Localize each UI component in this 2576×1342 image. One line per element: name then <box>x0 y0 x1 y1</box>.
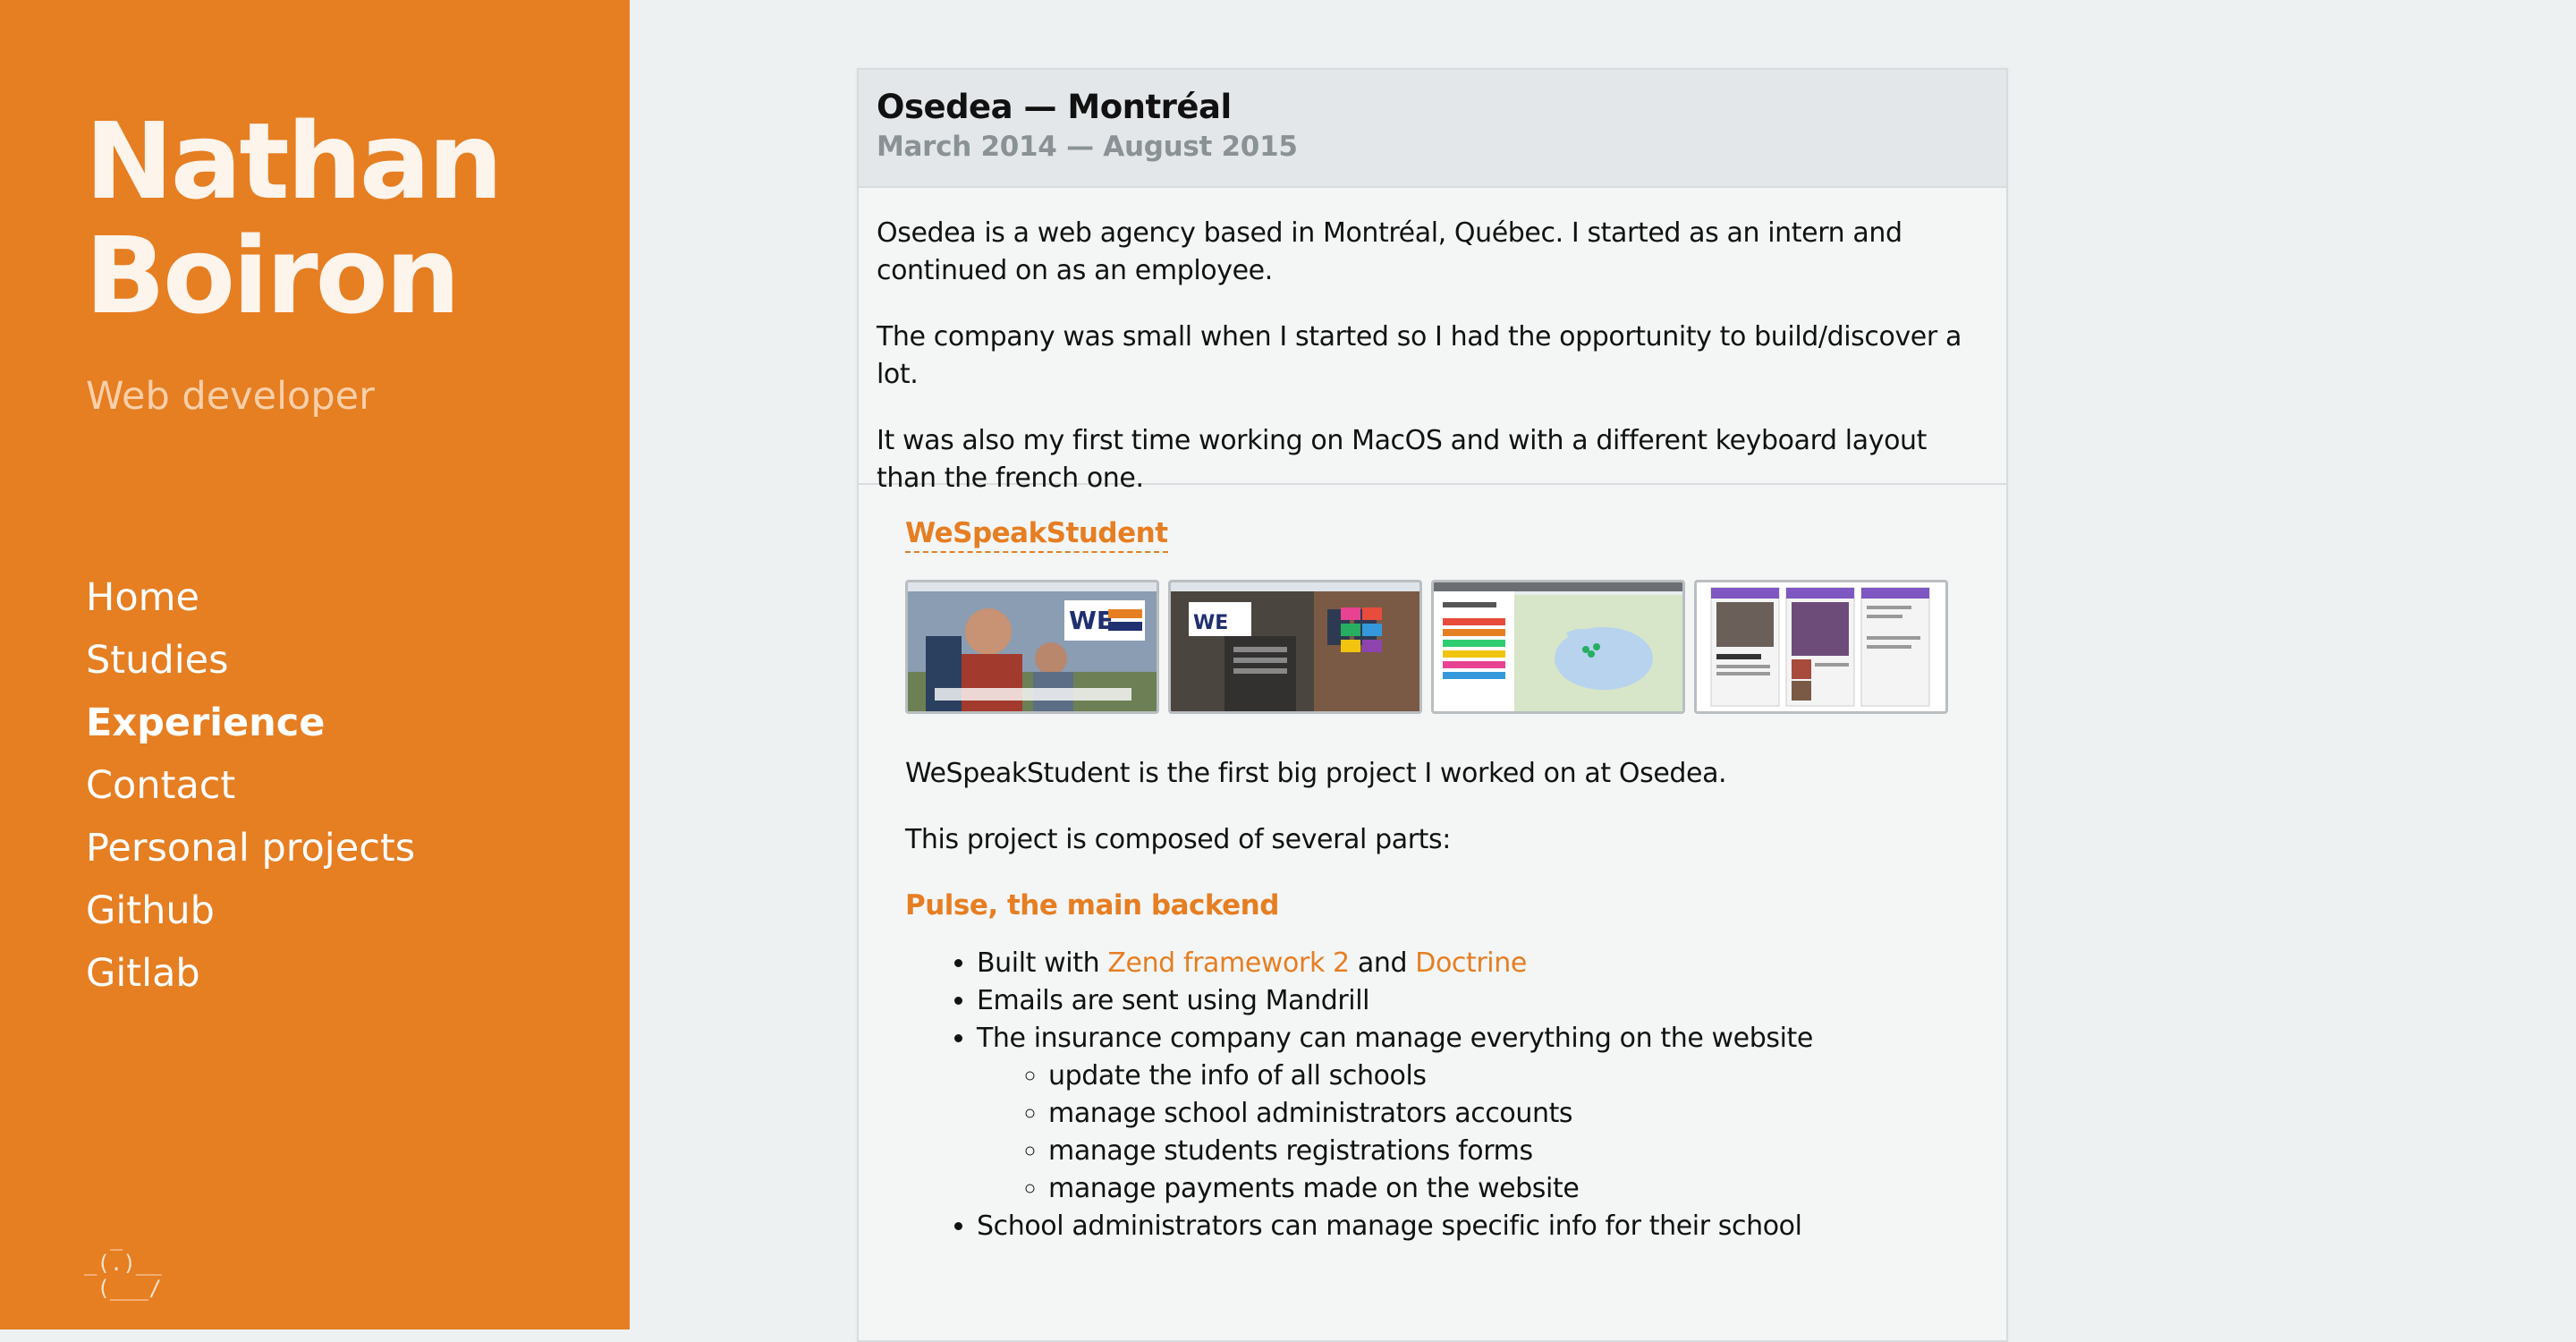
mobile-app-screenshot-thumbnail[interactable] <box>1694 580 1948 714</box>
intro-paragraph: The company was small when I started so … <box>877 321 1962 390</box>
tagline: Web developer <box>86 374 375 419</box>
backend-feature-list: Built with Zend framework 2 and Doctrine… <box>905 945 1970 1245</box>
built-with-text: Built with <box>977 947 1108 979</box>
experience-card: Osedea — Montréal March 2014 — August 20… <box>857 68 2008 1342</box>
homepage-screenshot-image: WE <box>908 582 1157 711</box>
insurance-text: The insurance company can manage everyth… <box>977 1023 1813 1054</box>
feature-item-built-with: Built with Zend framework 2 and Doctrine <box>977 945 1970 982</box>
nav-home[interactable]: Home <box>86 566 415 629</box>
project-paragraph: This project is composed of several part… <box>905 824 1451 855</box>
nav-github[interactable]: Github <box>86 879 415 942</box>
name-last-line: Boiron <box>85 214 461 337</box>
sidebar: Nathan Boiron Web developer Home Studies… <box>0 0 630 1329</box>
nav-gitlab[interactable]: Gitlab <box>86 942 415 1005</box>
find-a-specialist-map-image <box>1434 582 1682 711</box>
nav-contact[interactable]: Contact <box>86 754 415 817</box>
site-owner-name[interactable]: Nathan Boiron <box>85 99 503 337</box>
company-title: Osedea — Montréal <box>877 88 1232 126</box>
feature-item-insurance: The insurance company can manage everyth… <box>977 1020 1970 1208</box>
svg-text:WE: WE <box>1193 612 1228 634</box>
nav-experience[interactable]: Experience <box>86 692 415 754</box>
intro-paragraph: Osedea is a web agency based in Montréal… <box>877 217 1902 286</box>
experience-header: Osedea — Montréal March 2014 — August 20… <box>859 70 2006 188</box>
and-text: and <box>1349 947 1416 979</box>
insurance-sub-list: update the info of all schools manage sc… <box>977 1057 1970 1208</box>
sub-list-item: manage payments made on the website <box>1048 1170 1970 1208</box>
sub-list-item: update the info of all schools <box>1048 1057 1970 1095</box>
zend-framework-link[interactable]: Zend framework 2 <box>1107 947 1350 979</box>
mobile-app-screenshot-image <box>1697 582 1945 711</box>
name-first-line: Nathan <box>85 99 503 223</box>
project-title-link[interactable]: WeSpeakStudent <box>905 515 1168 553</box>
feature-item-school-admins: School administrators can manage specifi… <box>977 1208 1970 1245</box>
doctrine-link[interactable]: Doctrine <box>1415 947 1527 979</box>
screenshot-gallery: WE WE <box>905 580 1970 714</box>
company-intro: Osedea is a web agency based in Montréal… <box>859 188 2006 494</box>
svg-text:WE: WE <box>1069 606 1114 635</box>
main-nav: Home Studies Experience Contact Personal… <box>86 566 415 1005</box>
school-page-screenshot-image: WE <box>1171 582 1419 711</box>
find-a-specialist-map-thumbnail[interactable] <box>1431 580 1685 714</box>
employment-period: March 2014 — August 2015 <box>877 131 1298 163</box>
sub-list-item: manage school administrators accounts <box>1048 1095 1970 1133</box>
backend-section-title: Pulse, the main backend <box>905 889 1279 922</box>
school-page-screenshot-thumbnail[interactable]: WE <box>1168 580 1422 714</box>
sub-list-item: manage students registrations forms <box>1048 1133 1970 1170</box>
homepage-screenshot-thumbnail[interactable]: WE <box>905 580 1159 714</box>
nav-personal-projects[interactable]: Personal projects <box>86 817 415 879</box>
nav-studies[interactable]: Studies <box>86 629 415 692</box>
project-wespeakstudent: WeSpeakStudent WE WE WeSpeakStudent is t… <box>859 485 2006 1245</box>
duck-ascii-logo: _ _(.)__ (___/ <box>84 1226 162 1301</box>
feature-item-emails: Emails are sent using Mandrill <box>977 982 1970 1020</box>
project-paragraph: WeSpeakStudent is the first big project … <box>905 758 1727 789</box>
